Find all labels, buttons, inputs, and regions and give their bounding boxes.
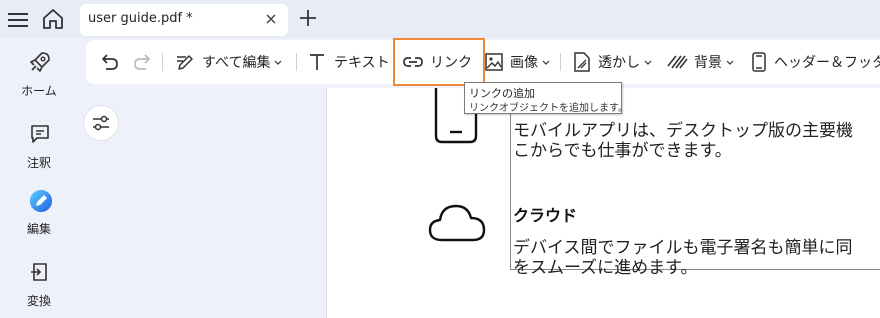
redo-icon: [134, 54, 150, 70]
rocket-icon: [30, 52, 50, 72]
cloud-icon: [428, 204, 486, 242]
menu-icon[interactable]: [8, 10, 28, 28]
text-button[interactable]: テキスト: [306, 40, 390, 84]
watermark-label: 透かし: [598, 55, 640, 71]
text-label: テキスト: [334, 55, 390, 71]
home-icon[interactable]: [40, 6, 66, 32]
chevron-down-icon: [644, 60, 652, 65]
image-icon: [485, 53, 503, 71]
chevron-down-icon: [542, 60, 550, 65]
rail-item-home[interactable]: ホーム: [0, 50, 78, 110]
watermark-icon: [574, 52, 590, 72]
comment-icon: [31, 125, 49, 143]
edit-all-label: すべて編集: [202, 55, 271, 71]
chevron-down-icon: [726, 60, 734, 65]
document-tab[interactable]: user guide.pdf *: [80, 4, 288, 36]
rail-label-convert: 変換: [26, 294, 51, 308]
toolbar-divider: [296, 53, 297, 71]
left-rail: ホーム 注釈 編集 変換: [0, 38, 78, 318]
convert-icon: [31, 263, 47, 281]
link-button-highlight: [393, 38, 485, 86]
background-button[interactable]: 背景: [666, 40, 735, 84]
text-icon: [310, 54, 324, 70]
mobile-text-line2: こからでも仕事ができます。: [513, 141, 732, 161]
background-label: 背景: [694, 55, 722, 71]
rail-item-convert[interactable]: 変換: [0, 260, 78, 318]
cloud-heading: クラウド: [513, 206, 578, 225]
image-label: 画像: [510, 55, 538, 71]
plus-icon: [300, 10, 316, 26]
header-footer-label: ヘッダー＆フッター: [774, 55, 880, 71]
tooltip: リンクの追加 リンクオブジェクトを追加します。: [464, 82, 628, 114]
tooltip-description: リンクオブジェクトを追加します。: [469, 103, 628, 114]
header-footer-icon: [752, 52, 766, 72]
toolbar-divider: [560, 53, 561, 71]
watermark-button[interactable]: 透かし: [572, 40, 653, 84]
rail-item-edit[interactable]: 編集: [0, 188, 78, 248]
undo-icon: [102, 54, 118, 70]
rail-label-edit: 編集: [26, 222, 51, 236]
rail-label-annotate: 注釈: [26, 156, 51, 170]
header-footer-button[interactable]: ヘッダー＆フッター: [750, 40, 880, 84]
close-icon[interactable]: [264, 12, 278, 26]
toolbar-divider: [162, 53, 163, 71]
undo-button[interactable]: [98, 40, 120, 84]
rail-label-home: ホーム: [21, 84, 57, 98]
background-icon: [667, 55, 688, 69]
cloud-text-line2: をスムーズに進めます。: [513, 258, 698, 278]
panel-settings-button[interactable]: [84, 106, 118, 140]
sliders-icon: [93, 115, 109, 131]
rail-item-annotate[interactable]: 注釈: [0, 122, 78, 182]
image-button[interactable]: 画像: [484, 40, 551, 84]
new-tab-button[interactable]: [297, 7, 319, 29]
edit-ai-icon: [30, 190, 52, 212]
chevron-down-icon: [275, 60, 282, 65]
tab-title: user guide.pdf *: [88, 11, 193, 26]
redo-button[interactable]: [132, 40, 154, 84]
edit-all-button[interactable]: すべて編集: [174, 40, 283, 84]
edit-all-icon: [177, 55, 193, 70]
title-bar: user guide.pdf *: [0, 0, 880, 38]
